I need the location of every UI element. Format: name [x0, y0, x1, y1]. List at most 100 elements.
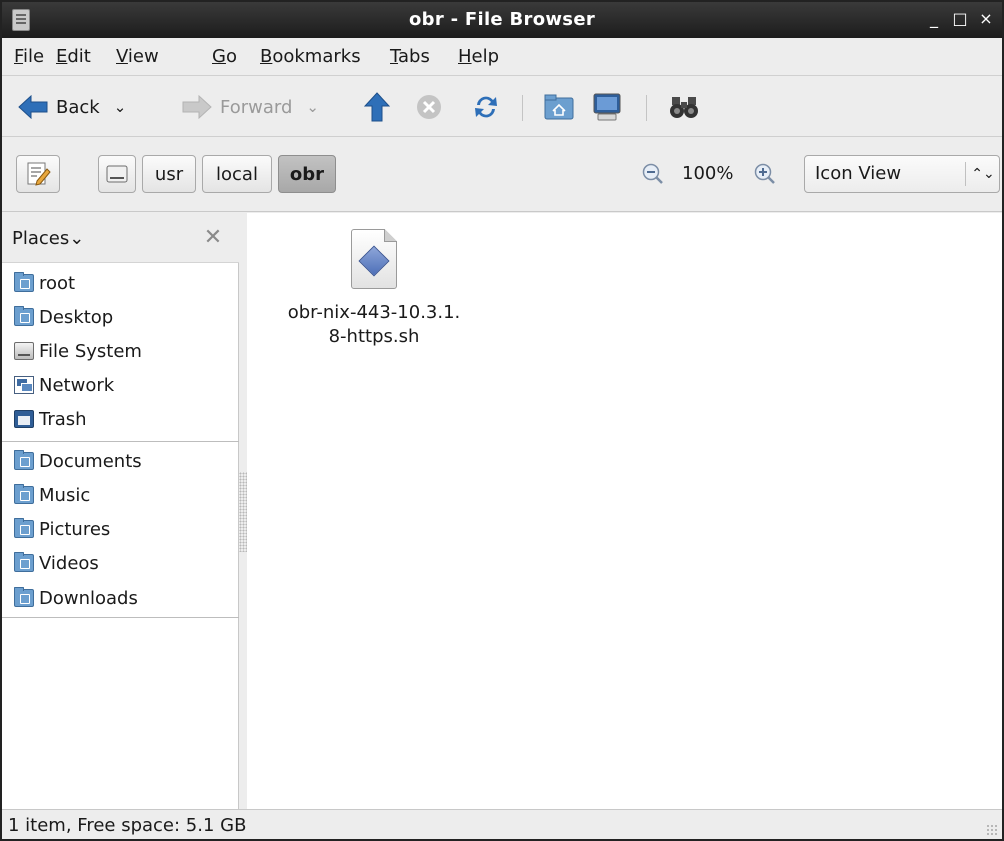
back-history-dropdown-icon[interactable]: ⌄	[114, 98, 127, 116]
reload-icon	[472, 93, 500, 121]
search-button[interactable]	[668, 77, 700, 137]
crumb-usr-label: usr	[154, 163, 184, 185]
sidebar-item-label: File System	[39, 340, 142, 362]
title-bar[interactable]: obr - File Browser _ □ ×	[2, 2, 1002, 38]
documents-folder-icon	[14, 450, 34, 470]
sidebar-item-downloads[interactable]: Downloads	[14, 581, 138, 615]
close-sidebar-button[interactable]: ✕	[202, 227, 224, 249]
select-divider	[965, 162, 966, 186]
sidebar-separator	[2, 617, 239, 618]
crumb-local[interactable]: local	[202, 155, 272, 193]
location-bar: usr local obr 100% Icon View ⌃⌄	[2, 138, 1002, 212]
maximize-button[interactable]: □	[950, 8, 970, 30]
forward-button[interactable]: Forward ⌄	[182, 77, 319, 137]
crumb-filesystem-root[interactable]	[98, 155, 136, 193]
zoom-in-icon[interactable]	[754, 163, 776, 185]
menu-help-label: elp	[471, 46, 500, 67]
menu-view[interactable]: View	[116, 38, 159, 76]
sidebar-item-pictures[interactable]: Pictures	[14, 512, 110, 546]
search-binoculars-icon	[668, 94, 700, 120]
zoom-out-icon[interactable]	[642, 163, 664, 185]
window-resize-grip-icon[interactable]	[986, 824, 998, 836]
view-mode-value: Icon View	[815, 163, 902, 184]
menu-bookmarks-mnemonic: B	[260, 46, 273, 67]
sidebar-item-root[interactable]: root	[14, 266, 75, 300]
places-chevron-icon: ⌄	[69, 228, 85, 249]
menu-go[interactable]: Go	[212, 38, 237, 76]
minimize-button[interactable]: _	[924, 8, 944, 30]
pictures-folder-icon	[14, 518, 34, 538]
desktop-folder-icon	[14, 306, 34, 326]
sidebar-item-documents[interactable]: Documents	[14, 444, 142, 478]
menu-view-mnemonic: V	[116, 46, 128, 67]
back-button[interactable]: Back ⌄	[18, 77, 126, 137]
drive-icon	[106, 164, 128, 184]
sidebar-item-videos[interactable]: Videos	[14, 546, 99, 580]
sidebar-item-network[interactable]: Network	[14, 368, 114, 402]
menu-bar: File Edit View Go Bookmarks Tabs Help	[2, 38, 1002, 76]
music-folder-icon	[14, 484, 34, 504]
menu-tabs[interactable]: Tabs	[390, 38, 430, 76]
reload-button[interactable]	[472, 77, 500, 137]
close-window-button[interactable]: ×	[976, 8, 996, 30]
home-folder-icon	[14, 272, 34, 292]
file-browser-window: obr - File Browser _ □ × File Edit View …	[0, 0, 1004, 841]
sidebar-item-label: Videos	[39, 552, 99, 574]
window-title: obr - File Browser	[408, 9, 596, 30]
edit-location-icon	[25, 161, 51, 187]
file-name-line-2: 8-https.sh	[328, 326, 420, 347]
menu-edit[interactable]: Edit	[56, 38, 91, 76]
crumb-local-label: local	[216, 163, 258, 185]
text-location-toggle-button[interactable]	[16, 155, 60, 193]
menu-view-label: iew	[127, 46, 159, 67]
shell-script-file-icon	[351, 229, 397, 289]
places-label: Places	[12, 228, 70, 249]
status-text: 1 item, Free space: 5.1 GB	[8, 815, 247, 836]
drive-icon	[14, 342, 34, 360]
sidebar-item-label: Network	[39, 374, 115, 396]
up-button[interactable]	[364, 77, 390, 137]
menu-tabs-mnemonic: T	[390, 46, 399, 67]
zoom-level[interactable]: 100%	[682, 155, 733, 193]
computer-icon	[592, 92, 622, 122]
sidebar-item-music[interactable]: Music	[14, 478, 90, 512]
menu-bookmarks-label: ookmarks	[272, 46, 361, 67]
menu-bookmarks[interactable]: Bookmarks	[260, 38, 361, 76]
menu-help[interactable]: Help	[458, 38, 499, 76]
sidebar-item-label: root	[39, 272, 76, 294]
menu-file[interactable]: File	[14, 38, 44, 76]
crumb-obr[interactable]: obr	[278, 155, 336, 193]
stop-button[interactable]	[416, 77, 442, 137]
select-arrows-icon: ⌃⌄	[971, 166, 995, 182]
sidebar-item-trash[interactable]: Trash	[14, 402, 87, 436]
places-dropdown[interactable]: Places⌄	[12, 213, 84, 265]
menu-edit-label: dit	[67, 46, 91, 67]
sidebar-item-desktop[interactable]: Desktop	[14, 300, 113, 334]
forward-button-label: Forward	[220, 96, 293, 118]
sidebar-resize-handle[interactable]	[239, 472, 247, 552]
crumb-usr[interactable]: usr	[142, 155, 196, 193]
sidebar-item-label: Desktop	[39, 306, 114, 328]
toolbar-separator	[646, 95, 647, 121]
file-item[interactable]: obr-nix-443-10.3.1. 8-https.sh	[269, 229, 479, 349]
sidebar-item-label: Music	[39, 484, 91, 506]
crumb-obr-label: obr	[289, 163, 325, 185]
forward-history-dropdown-icon[interactable]: ⌄	[306, 98, 319, 116]
view-mode-select[interactable]: Icon View ⌃⌄	[804, 155, 1000, 193]
file-name-line-1: obr-nix-443-10.3.1.	[287, 302, 461, 323]
sidebar-separator	[2, 441, 239, 442]
downloads-folder-icon	[14, 587, 34, 607]
file-name: obr-nix-443-10.3.1. 8-https.sh	[269, 301, 479, 349]
menu-file-label: ile	[23, 46, 45, 67]
computer-button[interactable]	[592, 77, 622, 137]
menu-go-mnemonic: G	[212, 46, 226, 67]
file-view[interactable]: obr-nix-443-10.3.1. 8-https.sh	[247, 213, 1002, 809]
back-button-label: Back	[56, 96, 100, 118]
menu-tabs-label: abs	[398, 46, 430, 67]
forward-arrow-icon	[182, 95, 212, 119]
sidebar-item-file-system[interactable]: File System	[14, 334, 142, 368]
status-bar: 1 item, Free space: 5.1 GB	[2, 809, 1002, 839]
navigation-toolbar: Back ⌄ Forward ⌄	[2, 77, 1002, 137]
home-button[interactable]	[544, 77, 574, 137]
stop-icon	[416, 94, 442, 120]
